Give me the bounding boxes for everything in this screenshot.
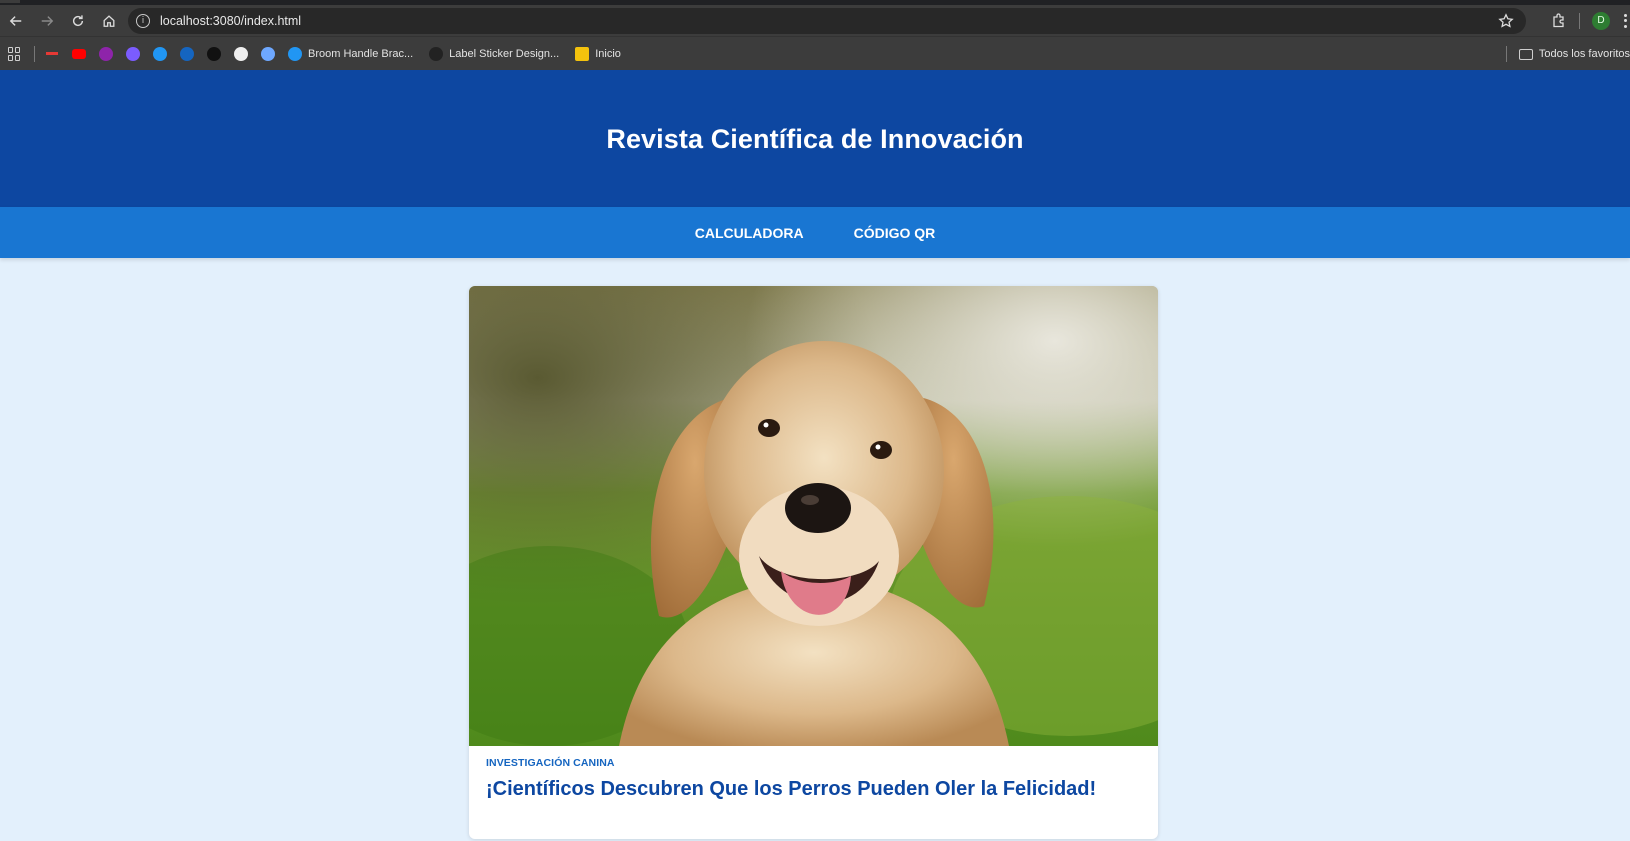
blue-t-icon xyxy=(288,46,302,61)
site-header: Revista Científica de Innovación xyxy=(0,70,1630,207)
nav-link-codigo-qr[interactable]: Código QR xyxy=(854,225,936,241)
bookmark-label: Label Sticker Design... xyxy=(449,47,560,60)
bookmarks-bar: Broom Handle Brac... Label Sticker Design… xyxy=(0,36,1630,70)
forward-button[interactable] xyxy=(31,5,62,36)
site-title: Revista Científica de Innovación xyxy=(606,124,1024,154)
reload-icon xyxy=(72,14,83,26)
home-button[interactable] xyxy=(93,5,124,36)
reload-button[interactable] xyxy=(62,5,93,36)
extensions-icon[interactable] xyxy=(1551,12,1567,29)
github-icon[interactable] xyxy=(234,46,248,61)
nav-link-calculadora[interactable]: Calculadora xyxy=(695,225,804,241)
youtube-icon[interactable] xyxy=(72,48,86,59)
folder-icon xyxy=(1518,48,1533,60)
apps-grid-icon[interactable] xyxy=(8,46,22,61)
browser-toolbar: i localhost:3080/index.html D xyxy=(0,5,1630,36)
messenger-icon[interactable] xyxy=(126,46,140,61)
arrow-right-icon xyxy=(41,15,53,26)
bookmark-label: Inicio xyxy=(595,47,621,60)
article-body: Investigación Canina ¡Científicos Descub… xyxy=(469,746,1158,812)
gem-icon[interactable] xyxy=(261,46,275,61)
c-logo-icon xyxy=(429,46,444,61)
address-bar[interactable]: i localhost:3080/index.html xyxy=(128,8,1526,34)
all-bookmarks-link[interactable]: Todos los favoritos xyxy=(1539,48,1630,60)
purple-u-icon[interactable] xyxy=(99,46,113,61)
blue-t-icon[interactable] xyxy=(153,46,167,61)
menu-kebab-icon[interactable] xyxy=(1624,13,1628,28)
main-nav: Calculadora Código QR xyxy=(0,207,1630,258)
bookmark-item[interactable]: Inicio xyxy=(575,46,621,61)
bookmark-item[interactable]: Label Sticker Design... xyxy=(429,46,560,61)
article-category: Investigación Canina xyxy=(486,757,615,769)
openai-icon[interactable] xyxy=(207,46,221,61)
article-image[interactable] xyxy=(469,286,1158,746)
back-button[interactable] xyxy=(0,5,31,36)
url-text[interactable]: localhost:3080/index.html xyxy=(160,14,301,28)
bookmark-label: Broom Handle Brac... xyxy=(308,47,414,60)
article-headline[interactable]: ¡Científicos Descubren Que los Perros Pu… xyxy=(486,778,1141,801)
home-icon xyxy=(103,14,114,27)
article-card[interactable]: Investigación Canina ¡Científicos Descub… xyxy=(469,286,1158,839)
bookmark-item[interactable]: Broom Handle Brac... xyxy=(288,46,414,61)
image-icon xyxy=(575,46,590,61)
outlook-icon[interactable] xyxy=(180,46,194,61)
star-icon[interactable] xyxy=(1498,13,1514,29)
red-dash-icon[interactable] xyxy=(45,47,59,61)
profile-avatar[interactable]: D xyxy=(1592,11,1610,30)
info-icon[interactable]: i xyxy=(136,14,150,28)
arrow-left-icon xyxy=(9,15,21,26)
